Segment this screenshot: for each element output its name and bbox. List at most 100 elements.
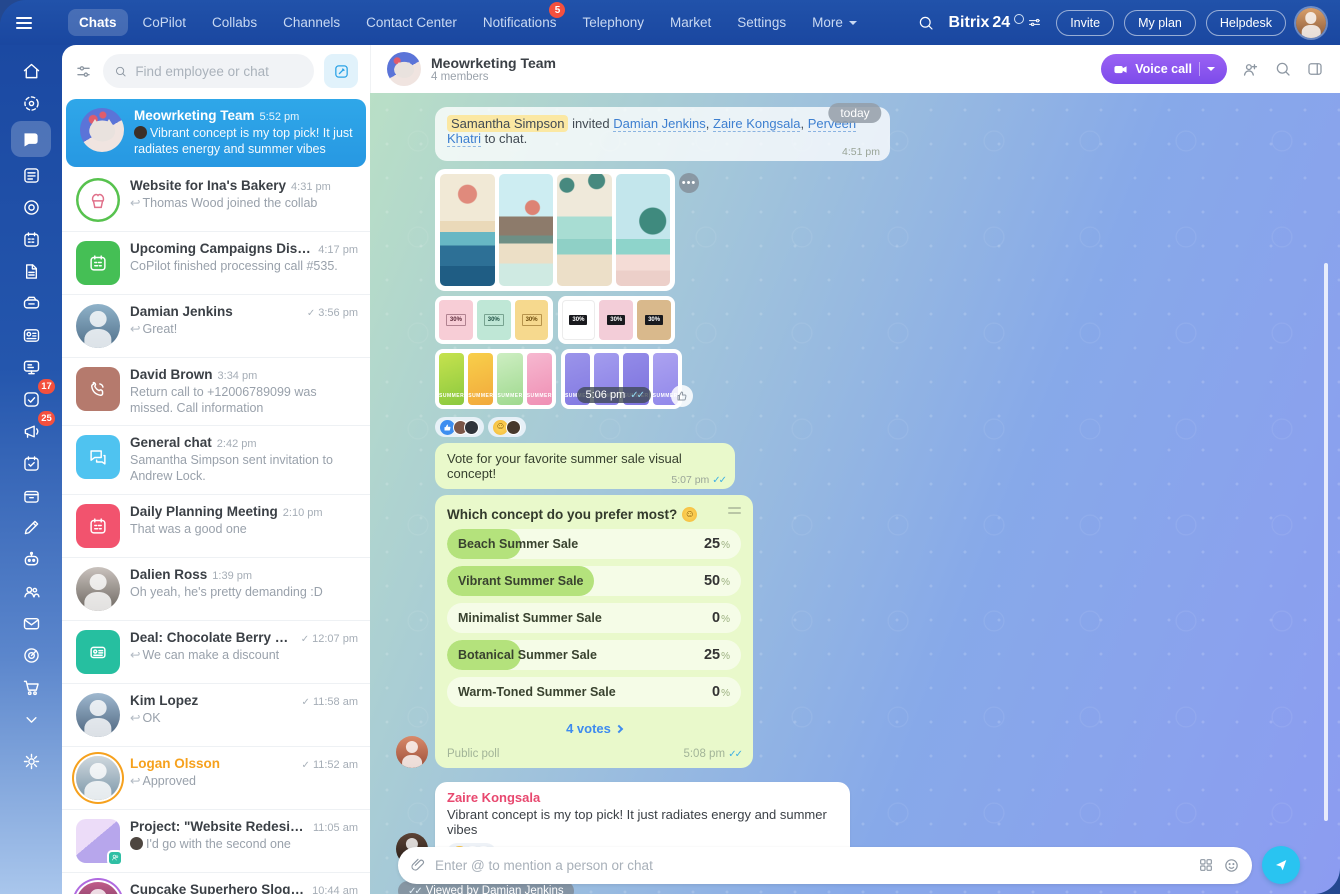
emoji-button[interactable] xyxy=(1223,857,1240,874)
top-nav-item[interactable]: Channels xyxy=(272,9,351,36)
top-nav-item[interactable]: Collabs xyxy=(201,9,268,36)
chat-list-item[interactable]: Project: "Website Redesign" 11:05 am ↩I'… xyxy=(62,810,370,873)
chat-list-item[interactable]: David Brown 3:34 pm ↩Return call to +120… xyxy=(62,358,370,427)
sender-avatar[interactable] xyxy=(396,736,428,768)
image-thumbnail[interactable]: 30% xyxy=(439,300,473,340)
sidebar-item-settings[interactable] xyxy=(11,745,51,777)
poll-menu-button[interactable] xyxy=(728,507,741,514)
image-thumbnail[interactable]: SUMMER xyxy=(527,353,552,405)
chat-list-item[interactable]: Daily Planning Meeting 2:10 pm ↩That was… xyxy=(62,495,370,558)
user-avatar[interactable] xyxy=(1296,8,1326,38)
sidebar-item-feed[interactable] xyxy=(11,159,51,191)
image-thumbnail[interactable]: SUMMER xyxy=(439,353,464,405)
main-menu-button[interactable] xyxy=(16,10,42,36)
image-thumbnail[interactable]: 30% xyxy=(515,300,549,340)
sidebar-item-marketing[interactable]: 25 xyxy=(11,415,51,447)
chat-list-item[interactable]: Dalien Ross 1:39 pm ↩Oh yeah, he's prett… xyxy=(62,558,370,621)
chat-list-item[interactable]: General chat 2:42 pm ↩Samantha Simpson s… xyxy=(62,426,370,495)
chat-search-input[interactable] xyxy=(135,64,303,79)
chat-list-item[interactable]: Logan Olsson ✓ 11:52 am ↩Approved xyxy=(62,747,370,810)
chat-avatar[interactable] xyxy=(387,52,421,86)
filter-sliders-icon[interactable] xyxy=(74,62,93,81)
poll-votes-link[interactable]: 4 votes xyxy=(447,721,741,736)
top-nav-item[interactable]: Chats xyxy=(68,9,128,36)
sidebar-item-focus[interactable] xyxy=(11,191,51,223)
sidebar-item-chats[interactable] xyxy=(11,121,51,157)
image-thumbnail[interactable] xyxy=(616,174,671,286)
image-thumbnail[interactable] xyxy=(557,174,612,286)
chat-item-main: Logan Olsson ✓ 11:52 am ↩Approved xyxy=(130,756,358,800)
sidebar-item-crm[interactable] xyxy=(11,639,51,671)
image-thumbnail[interactable] xyxy=(440,174,495,286)
reaction-pill[interactable] xyxy=(435,417,484,437)
helpdesk-button[interactable]: Helpdesk xyxy=(1206,10,1286,36)
actor-highlight[interactable]: Samantha Simpson xyxy=(447,115,568,132)
top-nav-item[interactable]: Telephony xyxy=(571,9,655,36)
sidebar-item-mail[interactable] xyxy=(11,607,51,639)
person-silhouette-icon xyxy=(76,304,120,348)
chat-list-item[interactable]: Upcoming Campaigns Discussion 4:17 pm ↩C… xyxy=(62,232,370,295)
image-thumbnail[interactable]: 30% xyxy=(599,300,633,340)
sidebar-item-drive[interactable] xyxy=(11,287,51,319)
poster-label: SUMMER xyxy=(468,393,493,399)
top-nav-item[interactable]: Notifications 5 xyxy=(472,9,568,36)
sidebar-item-crm-card[interactable] xyxy=(11,319,51,351)
apps-button[interactable] xyxy=(1198,857,1214,873)
image-thumbnail[interactable]: 30% xyxy=(477,300,511,340)
attach-button[interactable] xyxy=(410,857,426,873)
top-nav-item[interactable]: Market xyxy=(659,9,722,36)
image-collage-message[interactable]: ••• 30%30%30% xyxy=(435,169,675,409)
poll-option[interactable]: Botanical Summer Sale 25% xyxy=(447,640,741,670)
chat-list-item[interactable]: Cupcake Superhero Slogan Ideas 10:44 am … xyxy=(62,873,370,894)
top-nav-item[interactable]: Settings xyxy=(726,9,797,36)
top-nav-item[interactable]: More xyxy=(801,9,868,36)
member-link[interactable]: Zaire Kongsala xyxy=(713,116,800,132)
sliders-icon[interactable] xyxy=(1027,15,1042,30)
sidebar-item-more[interactable] xyxy=(11,703,51,735)
poll-option[interactable]: Vibrant Summer Sale 50% xyxy=(447,566,741,596)
sender-name[interactable]: Zaire Kongsala xyxy=(447,790,838,805)
invite-button[interactable]: Invite xyxy=(1056,10,1114,36)
like-button[interactable] xyxy=(671,385,693,407)
sidebar-item-hr[interactable] xyxy=(11,575,51,607)
image-thumbnail[interactable]: 30% xyxy=(637,300,671,340)
image-thumbnail[interactable] xyxy=(499,174,554,286)
avatar xyxy=(76,819,120,863)
chat-panel-button[interactable] xyxy=(1306,60,1324,78)
chat-list-item[interactable]: Damian Jenkins ✓ 3:56 pm ↩Great! xyxy=(62,295,370,358)
add-member-button[interactable] xyxy=(1241,60,1260,79)
poll-option[interactable]: Beach Summer Sale 25% xyxy=(447,529,741,559)
sidebar-item-home[interactable] xyxy=(11,55,51,87)
reaction-pill[interactable]: ☺ xyxy=(488,417,526,437)
chat-list-item[interactable]: Meowrketing Team 5:52 pm ↩Vibrant concep… xyxy=(66,99,366,167)
image-thumbnail[interactable]: 30% xyxy=(562,300,596,340)
member-link[interactable]: Damian Jenkins xyxy=(613,116,706,132)
sidebar-item-sign[interactable] xyxy=(11,511,51,543)
poll-option[interactable]: Warm-Toned Summer Sale 0% xyxy=(447,677,741,707)
sidebar-item-store[interactable] xyxy=(11,671,51,703)
image-thumbnail[interactable]: SUMMER xyxy=(468,353,493,405)
send-button[interactable] xyxy=(1262,846,1300,884)
chat-list-item[interactable]: Kim Lopez ✓ 11:58 am ↩OK xyxy=(62,684,370,747)
image-thumbnail[interactable]: SUMMER xyxy=(497,353,522,405)
sidebar-item-documents[interactable] xyxy=(11,255,51,287)
voice-call-button[interactable]: Voice call xyxy=(1101,54,1227,84)
sidebar-item-calendar[interactable] xyxy=(11,223,51,255)
global-search-button[interactable] xyxy=(917,14,935,32)
top-nav-item[interactable]: CoPilot xyxy=(132,9,198,36)
messages-scrollbar[interactable] xyxy=(1324,263,1328,821)
read-check-icon: ✓✓ xyxy=(630,390,643,401)
top-nav-item[interactable]: Contact Center xyxy=(355,9,468,36)
chat-list-item[interactable]: Deal: Chocolate Berry Cake ✓ 12:07 pm ↩W… xyxy=(62,621,370,684)
message-input[interactable] xyxy=(435,858,1189,873)
sidebar-item-copilot[interactable] xyxy=(11,87,51,119)
sidebar-item-automation[interactable] xyxy=(11,543,51,575)
chat-list-item[interactable]: Website for Ina's Bakery 4:31 pm ↩Thomas… xyxy=(62,169,370,232)
new-chat-button[interactable] xyxy=(324,54,358,88)
sidebar-item-planner[interactable] xyxy=(11,447,51,479)
message-menu-button[interactable]: ••• xyxy=(679,173,699,193)
poll-option[interactable]: Minimalist Summer Sale 0% xyxy=(447,603,741,633)
search-in-chat-button[interactable] xyxy=(1274,60,1292,78)
sidebar-item-inventory[interactable] xyxy=(11,479,51,511)
my-plan-button[interactable]: My plan xyxy=(1124,10,1196,36)
